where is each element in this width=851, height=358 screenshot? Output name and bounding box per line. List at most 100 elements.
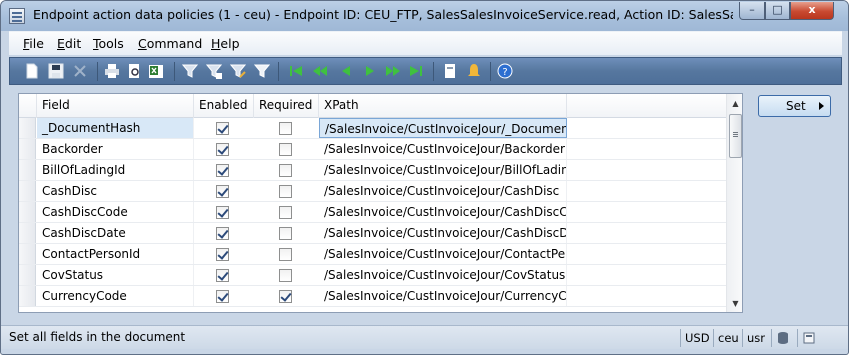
- cell-xpath[interactable]: /SalesInvoice/CustInvoiceJour/_Document.…: [319, 118, 567, 138]
- print-icon[interactable]: [104, 63, 120, 79]
- cell-field[interactable]: Backorder: [37, 139, 194, 159]
- scroll-up-icon[interactable]: ▲: [728, 96, 742, 111]
- enabled-checkbox[interactable]: [216, 164, 229, 177]
- cell-xpath[interactable]: /SalesInvoice/CustInvoiceJour/BillOfLadi…: [319, 160, 567, 180]
- toolbar: ?: [9, 57, 842, 85]
- new-icon[interactable]: [24, 63, 40, 79]
- status-database-icon[interactable]: [771, 329, 797, 347]
- filter-by-selection-icon[interactable]: [182, 63, 198, 79]
- scroll-thumb[interactable]: [729, 114, 742, 158]
- close-button[interactable]: x: [790, 2, 834, 20]
- print-preview-icon[interactable]: [126, 63, 142, 79]
- enabled-checkbox[interactable]: [216, 206, 229, 219]
- table-row[interactable]: BillOfLadingId/SalesInvoice/CustInvoiceJ…: [19, 160, 726, 181]
- alerts-icon[interactable]: [466, 63, 482, 79]
- table-row[interactable]: CashDiscCode/SalesInvoice/CustInvoiceJou…: [19, 202, 726, 223]
- enabled-checkbox[interactable]: [216, 122, 229, 135]
- required-checkbox[interactable]: [279, 290, 292, 303]
- menu-command[interactable]: Command: [138, 36, 202, 51]
- cell-field[interactable]: ContactPersonId: [37, 244, 194, 264]
- title-bar[interactable]: Endpoint action data policies (1 - ceu) …: [1, 1, 848, 31]
- toolbar-separator: [174, 62, 175, 81]
- enabled-checkbox[interactable]: [216, 269, 229, 282]
- enabled-checkbox[interactable]: [216, 185, 229, 198]
- required-checkbox[interactable]: [279, 227, 292, 240]
- row-selector[interactable]: [19, 286, 36, 306]
- column-header-xpath[interactable]: XPath: [319, 94, 567, 118]
- row-selector[interactable]: [19, 244, 36, 264]
- next-record-icon[interactable]: [362, 63, 378, 79]
- filter-by-grid-icon[interactable]: [206, 63, 222, 79]
- first-record-icon[interactable]: [288, 63, 304, 79]
- menu-file[interactable]: File: [23, 36, 44, 51]
- status-currency[interactable]: USD: [680, 329, 713, 347]
- advanced-filter-icon[interactable]: [230, 63, 246, 79]
- required-checkbox[interactable]: [279, 206, 292, 219]
- cell-xpath[interactable]: /SalesInvoice/CustInvoiceJour/CashDiscDa…: [319, 223, 567, 243]
- menu-edit[interactable]: Edit: [57, 36, 81, 51]
- cell-field[interactable]: CurrencyCode: [37, 286, 194, 306]
- table-row[interactable]: CashDiscDate/SalesInvoice/CustInvoiceJou…: [19, 223, 726, 244]
- toolbar-separator: [97, 62, 98, 81]
- required-checkbox[interactable]: [279, 185, 292, 198]
- last-record-icon[interactable]: [408, 63, 424, 79]
- next-page-icon[interactable]: [385, 63, 401, 79]
- cell-xpath[interactable]: /SalesInvoice/CustInvoiceJour/Backorder: [319, 139, 567, 159]
- set-button[interactable]: Set: [758, 95, 831, 117]
- column-header-required[interactable]: Required: [254, 94, 319, 118]
- cell-field[interactable]: CashDiscCode: [37, 202, 194, 222]
- cell-xpath[interactable]: /SalesInvoice/CustInvoiceJour/ContactPer…: [319, 244, 567, 264]
- save-icon[interactable]: [48, 63, 64, 79]
- cell-field[interactable]: BillOfLadingId: [37, 160, 194, 180]
- cell-field[interactable]: CashDiscDate: [37, 223, 194, 243]
- previous-record-icon[interactable]: [338, 63, 354, 79]
- row-selector[interactable]: [19, 139, 36, 159]
- cell-xpath[interactable]: /SalesInvoice/CustInvoiceJour/CashDiscCo…: [319, 202, 567, 222]
- required-checkbox[interactable]: [279, 248, 292, 261]
- table-row[interactable]: CovStatus/SalesInvoice/CustInvoiceJour/C…: [19, 265, 726, 286]
- row-selector[interactable]: [19, 181, 36, 201]
- excel-export-icon[interactable]: [148, 63, 164, 79]
- status-company[interactable]: ceu: [713, 329, 742, 347]
- cell-xpath[interactable]: /SalesInvoice/CustInvoiceJour/CashDisc: [319, 181, 567, 201]
- cell-field[interactable]: CashDisc: [37, 181, 194, 201]
- previous-page-icon[interactable]: [312, 63, 328, 79]
- required-checkbox[interactable]: [279, 143, 292, 156]
- required-checkbox[interactable]: [279, 122, 292, 135]
- remove-filter-icon[interactable]: [254, 63, 270, 79]
- row-selector[interactable]: [19, 202, 36, 222]
- status-layer[interactable]: usr: [742, 329, 771, 347]
- menu-help[interactable]: Help: [211, 36, 240, 51]
- enabled-checkbox[interactable]: [216, 290, 229, 303]
- table-row[interactable]: _DocumentHash/SalesInvoice/CustInvoiceJo…: [19, 118, 726, 139]
- table-row[interactable]: CurrencyCode/SalesInvoice/CustInvoiceJou…: [19, 286, 726, 307]
- required-checkbox[interactable]: [279, 164, 292, 177]
- row-selector[interactable]: [19, 265, 36, 285]
- cell-xpath[interactable]: /SalesInvoice/CustInvoiceJour/CovStatus: [319, 265, 567, 285]
- column-header-enabled[interactable]: Enabled: [194, 94, 254, 118]
- cell-field[interactable]: _DocumentHash: [37, 118, 194, 138]
- row-selector[interactable]: [19, 160, 36, 180]
- table-row[interactable]: Backorder/SalesInvoice/CustInvoiceJour/B…: [19, 139, 726, 160]
- column-header-field[interactable]: Field: [37, 94, 194, 118]
- delete-icon[interactable]: [72, 63, 88, 79]
- enabled-checkbox[interactable]: [216, 248, 229, 261]
- menu-tools[interactable]: Tools: [93, 36, 124, 51]
- attachments-icon[interactable]: [442, 63, 458, 79]
- maximize-button[interactable]: □: [765, 2, 790, 20]
- cell-field[interactable]: CovStatus: [37, 265, 194, 285]
- table-row[interactable]: ContactPersonId/SalesInvoice/CustInvoice…: [19, 244, 726, 265]
- table-row[interactable]: CashDisc/SalesInvoice/CustInvoiceJour/Ca…: [19, 181, 726, 202]
- status-message: Set all fields in the document: [9, 330, 186, 344]
- vertical-scrollbar[interactable]: ▲ ▼: [726, 94, 742, 312]
- enabled-checkbox[interactable]: [216, 143, 229, 156]
- minimize-button[interactable]: –: [739, 2, 765, 20]
- row-selector[interactable]: [19, 223, 36, 243]
- help-icon[interactable]: ?: [497, 63, 513, 79]
- scroll-down-icon[interactable]: ▼: [728, 296, 742, 311]
- status-session-icon[interactable]: [797, 329, 823, 347]
- cell-xpath[interactable]: /SalesInvoice/CustInvoiceJour/CurrencyCo…: [319, 286, 567, 306]
- required-checkbox[interactable]: [279, 269, 292, 282]
- row-selector[interactable]: [19, 118, 36, 138]
- enabled-checkbox[interactable]: [216, 227, 229, 240]
